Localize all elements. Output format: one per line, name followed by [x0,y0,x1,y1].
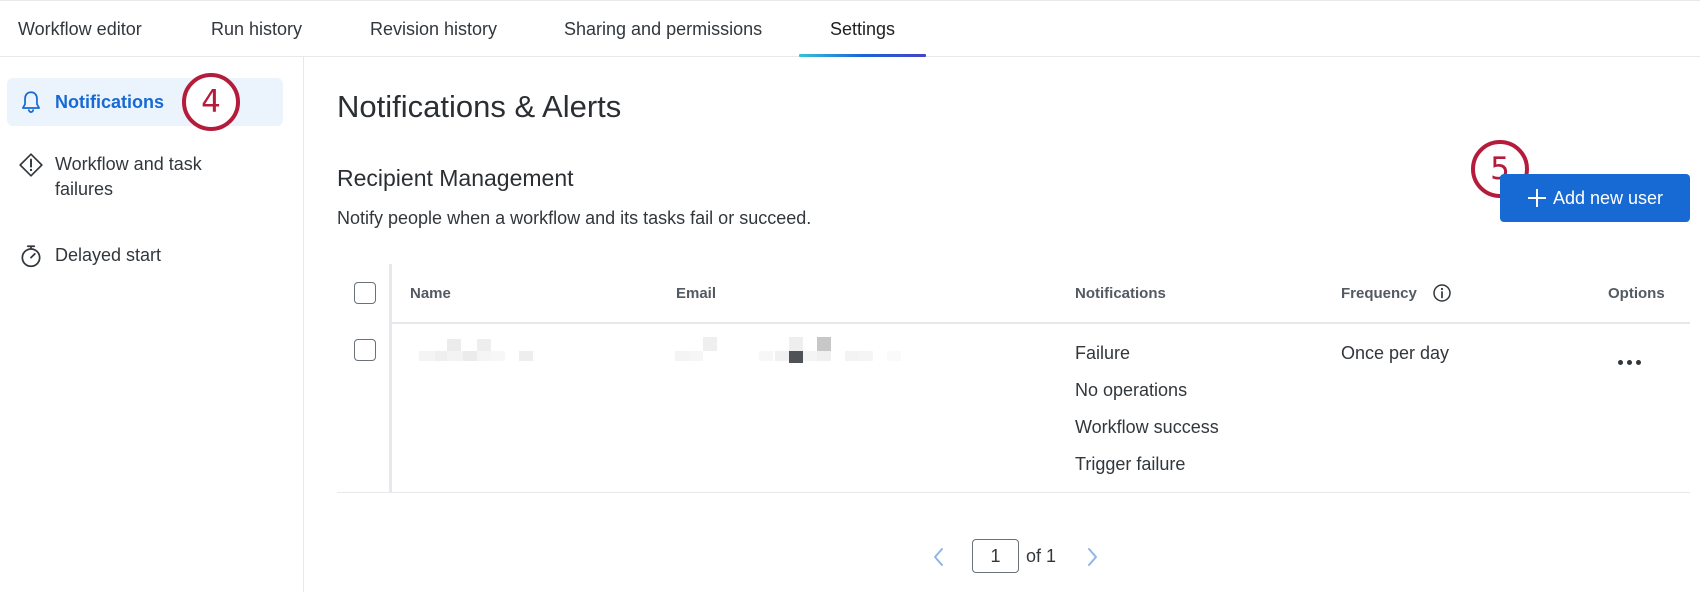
redacted-name [419,339,549,361]
tab-workflow-editor[interactable]: Workflow editor [18,19,142,40]
sidebar-item-workflow-and-task-failures[interactable]: Workflow and task failures [7,152,283,208]
tab-revision-history[interactable]: Revision history [370,19,497,40]
page-count-label: of 1 [1026,546,1057,566]
notification-item: No operations [1075,380,1188,400]
recipients-table: Name Email Notifications Frequency Optio… [337,264,1690,494]
stopwatch-icon [21,245,41,268]
top-tab-bar: Workflow editor Run history Revision his… [0,0,1700,57]
notification-item: Workflow success [1075,417,1219,437]
column-header-notifications: Notifications [1075,285,1166,302]
table-bottom-divider [337,492,1690,493]
section-description: Notify people when a workflow and its ta… [337,208,812,228]
tab-settings[interactable]: Settings [830,19,895,40]
sidebar-item-label: Workflow and task failures [55,154,202,199]
table-header-divider [392,322,1690,324]
info-icon[interactable] [1432,283,1452,303]
column-header-name: Name [410,285,451,302]
active-tab-indicator [799,54,926,57]
add-new-user-button[interactable]: Add new user [1500,174,1690,222]
column-header-options: Options [1608,285,1665,302]
page-title: Notifications & Alerts [337,89,622,124]
frequency-value: Once per day [1341,343,1450,363]
chevron-right-icon[interactable] [1082,546,1102,568]
warning-diamond-icon [19,153,43,177]
page-number-input[interactable] [972,539,1019,573]
bell-icon [22,91,40,113]
column-header-frequency[interactable]: Frequency [1341,285,1417,302]
table-divider [389,264,392,493]
sidebar-item-label: Delayed start [55,245,162,265]
settings-sidebar: Notifications Workflow and task failures… [0,57,304,592]
chevron-left-icon[interactable] [929,546,949,568]
notification-item: Failure [1075,343,1131,363]
plus-icon [1527,189,1546,207]
row-options-menu-icon[interactable] [1613,352,1645,372]
tab-run-history[interactable]: Run history [211,19,302,40]
notification-item: Trigger failure [1075,454,1186,474]
sidebar-item-delayed-start[interactable]: Delayed start [7,241,283,271]
sidebar-item-notifications[interactable]: Notifications [7,78,283,126]
column-header-email: Email [676,285,717,302]
row-checkbox[interactable] [354,339,376,361]
add-new-user-label: Add new user [1552,187,1664,208]
section-title: Recipient Management [337,165,574,191]
select-all-checkbox[interactable] [354,282,376,304]
sidebar-item-label: Notifications [55,92,165,112]
callout-badge-4: 4 [182,73,240,131]
redacted-email [675,337,915,363]
tab-sharing-and-permissions[interactable]: Sharing and permissions [564,19,762,40]
